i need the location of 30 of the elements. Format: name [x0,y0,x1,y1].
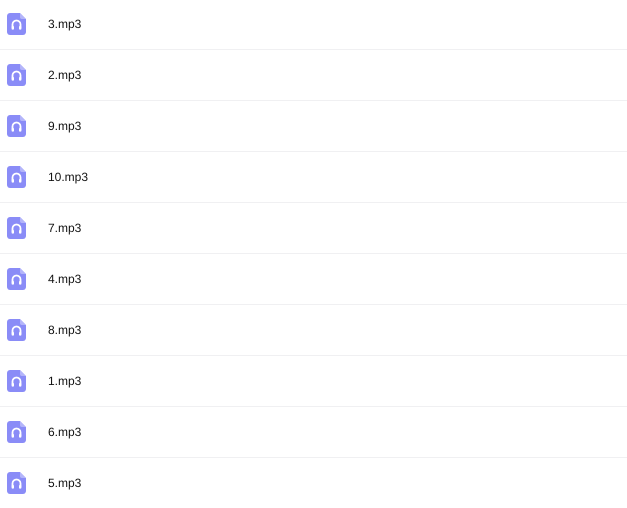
file-row[interactable]: 10.mp3 [0,152,627,203]
audio-file-icon [7,421,26,443]
file-name: 3.mp3 [48,16,82,33]
audio-file-icon [7,64,26,86]
file-name: 9.mp3 [48,118,82,135]
file-name: 10.mp3 [48,169,88,186]
audio-file-icon [7,217,26,239]
file-row[interactable]: 7.mp3 [0,203,627,254]
file-row[interactable]: 4.mp3 [0,254,627,305]
file-name: 1.mp3 [48,373,82,390]
file-name: 4.mp3 [48,271,82,288]
file-name: 7.mp3 [48,220,82,237]
file-row[interactable]: 6.mp3 [0,407,627,458]
file-row[interactable]: 3.mp3 [0,0,627,50]
file-name: 6.mp3 [48,424,82,441]
file-name: 8.mp3 [48,322,82,339]
audio-file-icon [7,268,26,290]
file-name: 2.mp3 [48,67,82,84]
audio-file-icon [7,472,26,494]
file-row[interactable]: 9.mp3 [0,101,627,152]
audio-file-icon [7,166,26,188]
file-row[interactable]: 1.mp3 [0,356,627,407]
file-row[interactable]: 5.mp3 [0,458,627,507]
audio-file-icon [7,319,26,341]
file-row[interactable]: 8.mp3 [0,305,627,356]
file-name: 5.mp3 [48,475,82,492]
audio-file-icon [7,115,26,137]
audio-file-icon [7,13,26,35]
audio-file-icon [7,370,26,392]
file-row[interactable]: 2.mp3 [0,50,627,101]
